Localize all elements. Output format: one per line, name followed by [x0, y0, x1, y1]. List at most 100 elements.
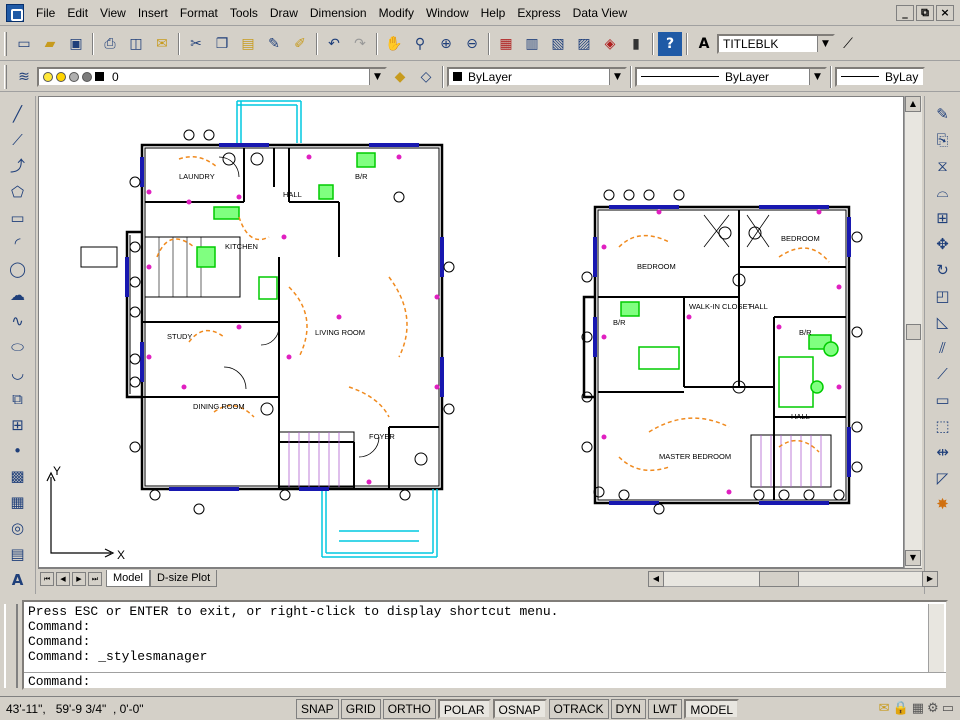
model-toggle[interactable]: MODEL — [684, 698, 740, 719]
cut-icon[interactable]: ✂ — [184, 32, 208, 56]
scale-icon[interactable]: ◰ — [931, 284, 955, 308]
revision-cloud-icon[interactable]: ☁ — [6, 283, 30, 307]
multiline-text-icon[interactable]: A — [6, 568, 30, 592]
text-style-dropdown[interactable]: TITLEBLK ▼ — [717, 33, 835, 54]
vertical-scrollbar[interactable]: ▲ ▼ — [904, 96, 922, 568]
scroll-down-button[interactable]: ▼ — [905, 550, 921, 566]
hatch-icon[interactable]: ▩ — [6, 464, 30, 488]
layer-previous-icon[interactable]: ◇ — [414, 65, 438, 89]
dim-style-icon[interactable]: ⟋ — [836, 32, 860, 56]
make-object-layer-current-icon[interactable]: ◆ — [388, 65, 412, 89]
clean-screen-icon[interactable]: ▭ — [942, 701, 954, 716]
tab-model[interactable]: Model — [106, 570, 150, 587]
layer-manager-icon[interactable]: ≋ — [12, 65, 36, 89]
first-tab-button[interactable]: ⏮ — [40, 571, 54, 586]
fillet-icon[interactable]: ◸ — [931, 466, 955, 490]
menu-insert[interactable]: Insert — [132, 3, 174, 23]
menu-modify[interactable]: Modify — [373, 3, 420, 23]
erase-icon[interactable]: ✎ — [931, 102, 955, 126]
save-icon[interactable]: ▣ — [64, 32, 88, 56]
design-center-icon[interactable]: ▥ — [520, 32, 544, 56]
explode-icon[interactable]: ✸ — [931, 492, 955, 516]
menu-data-view[interactable]: Data View — [567, 3, 633, 23]
lineweight-dropdown[interactable]: ByLay — [835, 66, 925, 87]
horizontal-scroll-thumb[interactable] — [759, 571, 799, 587]
point-icon[interactable]: • — [6, 439, 30, 463]
markup-icon[interactable]: ◈ — [598, 32, 622, 56]
otrack-toggle[interactable]: OTRACK — [548, 698, 609, 719]
mirror-icon[interactable]: ⧖ — [931, 154, 955, 178]
color-dropdown[interactable]: ByLayer ▼ — [447, 66, 627, 87]
offset-icon[interactable]: ⌓ — [931, 180, 955, 204]
drawing-area[interactable]: LAUNDRY KITCHEN STUDY DINING ROOM LIVING… — [38, 96, 904, 568]
help-icon[interactable]: ? — [658, 31, 682, 56]
polyline-icon[interactable]: ⤴ — [6, 154, 30, 178]
tool-palettes-icon[interactable]: ▧ — [546, 32, 570, 56]
last-tab-button[interactable]: ⏭ — [88, 571, 102, 586]
autocad-app-icon[interactable] — [6, 3, 24, 22]
rotate-icon[interactable]: ↻ — [931, 258, 955, 282]
polygon-icon[interactable]: ⬠ — [6, 180, 30, 204]
menu-file[interactable]: File — [30, 3, 61, 23]
region-icon[interactable]: ◎ — [6, 516, 30, 540]
gradient-icon[interactable]: ▦ — [6, 490, 30, 514]
scroll-up-button[interactable]: ▲ — [905, 96, 921, 112]
line-icon[interactable]: ╱ — [6, 102, 30, 126]
chevron-down-icon[interactable]: ▼ — [817, 35, 833, 52]
publish-icon[interactable]: ✉ — [150, 32, 174, 56]
extend-icon[interactable]: ⟋ — [931, 362, 955, 386]
vertical-scroll-thumb[interactable] — [906, 324, 921, 340]
linetype-dropdown[interactable]: ByLayer ▼ — [635, 66, 827, 87]
menu-edit[interactable]: Edit — [61, 3, 94, 23]
stretch-icon[interactable]: ◺ — [931, 310, 955, 334]
snap-toggle[interactable]: SNAP — [296, 698, 339, 719]
insert-block-icon[interactable]: ⧉ — [6, 387, 30, 411]
command-scrollbar[interactable] — [928, 604, 944, 672]
chevron-down-icon[interactable]: ▼ — [369, 68, 385, 85]
rectangle-icon[interactable]: ▭ — [6, 206, 30, 230]
menu-format[interactable]: Format — [174, 3, 224, 23]
table-icon[interactable]: ▤ — [6, 542, 30, 566]
polar-toggle[interactable]: POLAR — [437, 698, 491, 719]
pan-icon[interactable]: ✋ — [382, 32, 406, 56]
osnap-toggle[interactable]: OSNAP — [492, 698, 547, 719]
redo-icon[interactable]: ↷ — [348, 32, 372, 56]
copy-icon[interactable]: ❐ — [210, 32, 234, 56]
close-button[interactable]: × — [936, 4, 954, 21]
join-icon[interactable]: ⬚ — [931, 414, 955, 438]
block-editor-icon[interactable]: ✐ — [288, 32, 312, 56]
chevron-down-icon[interactable]: ▼ — [609, 68, 625, 85]
move-icon[interactable]: ✥ — [931, 232, 955, 256]
menu-tools[interactable]: Tools — [224, 3, 264, 23]
copy-object-icon[interactable]: ⎘ — [931, 128, 955, 152]
zoom-previous-icon[interactable]: ⊖ — [460, 32, 484, 56]
open-file-icon[interactable]: ▰ — [38, 32, 62, 56]
arc-icon[interactable]: ◜ — [6, 231, 30, 255]
quickcalc-icon[interactable]: ▮ — [624, 32, 648, 56]
command-window[interactable]: Press ESC or ENTER to exit, or right-cli… — [22, 600, 948, 690]
chevron-down-icon[interactable]: ▼ — [809, 68, 825, 85]
menu-help[interactable]: Help — [475, 3, 512, 23]
make-block-icon[interactable]: ⊞ — [6, 413, 30, 437]
properties-icon[interactable]: ▦ — [494, 32, 518, 56]
lwt-toggle[interactable]: LWT — [647, 698, 683, 719]
coordinate-readout[interactable]: 43'-11", 59'-9 3/4" , 0'-0" — [0, 702, 296, 716]
layer-dropdown[interactable]: 0 ▼ — [37, 66, 387, 87]
prev-tab-button[interactable]: ◀ — [56, 571, 70, 586]
communication-center-icon[interactable]: ✉ — [879, 701, 890, 716]
break-icon[interactable]: ▭ — [931, 388, 955, 412]
menu-draw[interactable]: Draw — [264, 3, 304, 23]
tray-settings-icon[interactable]: ⚙ — [927, 701, 939, 716]
ellipse-icon[interactable]: ⬭ — [6, 335, 30, 359]
sheet-set-icon[interactable]: ▨ — [572, 32, 596, 56]
restore-button[interactable]: ⧉ — [916, 4, 934, 21]
dyn-toggle[interactable]: DYN — [610, 698, 646, 719]
horizontal-scrollbar[interactable]: ◀ ▶ — [648, 571, 938, 587]
trim-icon[interactable]: ⫽ — [931, 336, 955, 360]
zoom-realtime-icon[interactable]: ⚲ — [408, 32, 432, 56]
array-icon[interactable]: ⊞ — [931, 206, 955, 230]
menu-window[interactable]: Window — [420, 3, 475, 23]
menu-dimension[interactable]: Dimension — [304, 3, 373, 23]
paste-icon[interactable]: ▤ — [236, 32, 260, 56]
spline-icon[interactable]: ∿ — [6, 309, 30, 333]
